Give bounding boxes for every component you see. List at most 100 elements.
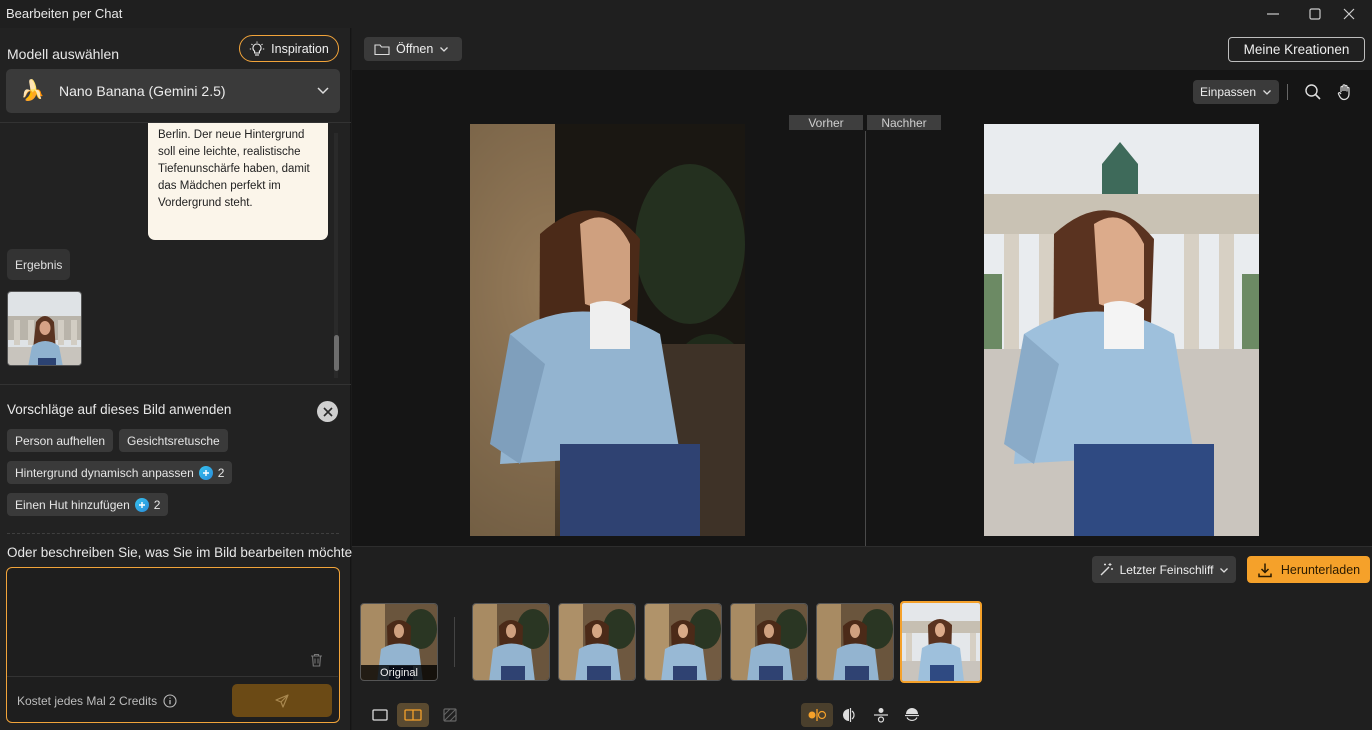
chevron-down-icon	[317, 87, 329, 95]
model-name: Nano Banana (Gemini 2.5)	[59, 83, 226, 99]
open-button[interactable]: Öffnen	[364, 37, 462, 61]
suggestion-label: Person aufhellen	[15, 433, 106, 448]
chat-scrollbar[interactable]	[334, 335, 339, 371]
thumbnail-image	[645, 604, 721, 680]
history-thumbnail[interactable]	[472, 603, 550, 681]
selected-history-thumbnail[interactable]	[900, 601, 982, 683]
original-thumbnail[interactable]: Original	[360, 603, 438, 681]
suggestions-title: Vorschläge auf dieses Bild anwenden	[7, 402, 232, 417]
history-thumbnail[interactable]	[558, 603, 636, 681]
zoom-button[interactable]	[1297, 79, 1329, 105]
prompt-box[interactable]: Kostet jedes Mal 2 Credits	[6, 567, 340, 723]
suggestion-label: Einen Hut hinzufügen	[15, 497, 130, 512]
close-icon	[1343, 8, 1355, 20]
chevron-down-icon	[1220, 567, 1229, 573]
compare-split-icon	[808, 709, 827, 721]
after-photo	[984, 124, 1259, 536]
thumbnail-image	[473, 604, 549, 680]
message-line: Berlin. Der neue Hintergrund	[158, 129, 305, 141]
message-line: das Mädchen perfekt im	[158, 180, 281, 192]
chevron-down-icon	[440, 47, 449, 52]
after-label: Nachher	[867, 115, 941, 130]
search-icon	[1305, 84, 1321, 100]
split-view-button[interactable]	[397, 703, 429, 727]
hand-icon	[1337, 84, 1350, 101]
result-thumbnail[interactable]	[7, 291, 82, 366]
chat-history[interactable]: Berlin. Der neue Hintergrund soll eine l…	[0, 123, 351, 383]
suggestion-chip[interactable]: Hintergrund dynamisch anpassen 2	[7, 461, 233, 484]
prompt-input[interactable]	[13, 574, 331, 644]
minimize-button[interactable]	[1250, 0, 1296, 28]
model-select[interactable]: 🍌 Nano Banana (Gemini 2.5)	[6, 69, 340, 113]
single-view-icon	[372, 709, 388, 721]
download-button[interactable]: Herunterladen	[1247, 556, 1370, 583]
compare-overlay-icon	[905, 708, 919, 721]
final-polish-button[interactable]: Letzter Feinschliff	[1092, 556, 1236, 583]
message-line: Vordergrund steht.	[158, 197, 253, 209]
suggestion-chip[interactable]: Einen Hut hinzufügen 2	[7, 493, 169, 516]
view-tools	[1297, 79, 1361, 105]
magic-wand-icon	[1100, 563, 1113, 576]
divider	[454, 617, 455, 667]
lightbulb-icon	[249, 41, 265, 56]
compare-horizontal-button[interactable]	[867, 703, 895, 727]
pan-button[interactable]	[1329, 79, 1361, 105]
history-filmstrip: Original	[352, 591, 1372, 730]
close-icon	[322, 406, 333, 417]
compare-vertical-icon	[843, 708, 855, 722]
top-toolbar: Öffnen Meine Kreationen	[352, 28, 1372, 70]
minimize-icon	[1267, 13, 1279, 15]
history-thumbnail[interactable]	[816, 603, 894, 681]
model-label: Modell auswählen	[7, 46, 120, 62]
banana-icon: 🍌	[20, 80, 45, 102]
left-panel: Modell auswählen Inspiration 🍌 Nano Bana…	[0, 28, 360, 730]
close-window-button[interactable]	[1326, 0, 1372, 28]
compare-vertical-button[interactable]	[836, 703, 864, 727]
final-polish-label: Letzter Feinschliff	[1119, 562, 1214, 577]
suggestion-chip[interactable]: Gesichtsretusche	[119, 429, 228, 452]
my-creations-button[interactable]: Meine Kreationen	[1228, 37, 1365, 62]
user-message: Berlin. Der neue Hintergrund soll eine l…	[148, 123, 328, 240]
thumbnail-caption: Original	[361, 665, 437, 680]
single-view-button[interactable]	[366, 703, 394, 727]
suggestion-chip[interactable]: Person aufhellen	[7, 429, 114, 452]
fit-dropdown[interactable]: Einpassen	[1193, 80, 1279, 104]
comparison-canvas[interactable]: Einpassen Vorher Nachher	[352, 70, 1372, 546]
open-label: Öffnen	[396, 42, 434, 56]
maximize-icon	[1309, 8, 1321, 20]
close-suggestions-button[interactable]	[317, 401, 338, 422]
title-bar: Bearbeiten per Chat	[0, 0, 1372, 28]
mask-icon	[443, 708, 457, 722]
compare-horizontal-icon	[874, 708, 888, 723]
suggestion-credits: 2	[153, 497, 161, 512]
send-icon	[275, 693, 289, 708]
cost-text: Kostet jedes Mal 2 Credits	[17, 694, 158, 708]
divider	[7, 533, 339, 534]
info-icon[interactable]	[163, 694, 177, 708]
trash-icon[interactable]	[310, 653, 323, 667]
fit-label: Einpassen	[1199, 85, 1257, 99]
suggestion-credits: 2	[217, 465, 225, 480]
before-image	[470, 124, 745, 536]
compare-split-button[interactable]	[801, 703, 833, 727]
compare-divider-handle[interactable]	[865, 131, 866, 546]
describe-label: Oder beschreiben Sie, was Sie im Bild be…	[7, 545, 360, 560]
history-thumbnail[interactable]	[730, 603, 808, 681]
suggestion-label: Gesichtsretusche	[127, 433, 220, 448]
chevron-down-icon	[1263, 90, 1271, 95]
message-line: soll eine leichte, realistische	[158, 146, 301, 158]
mask-view-button[interactable]	[438, 703, 462, 727]
thumbnail-image	[559, 604, 635, 680]
compare-overlay-button[interactable]	[898, 703, 926, 727]
inspiration-button[interactable]: Inspiration	[239, 35, 339, 62]
credit-icon	[198, 465, 213, 480]
divider	[7, 676, 338, 677]
result-label: Ergebnis	[7, 249, 71, 280]
history-thumbnail[interactable]	[644, 603, 722, 681]
send-button[interactable]	[232, 684, 332, 717]
inspiration-label: Inspiration	[271, 41, 329, 56]
suggestion-label: Hintergrund dynamisch anpassen	[15, 465, 194, 480]
thumbnail-image	[902, 603, 980, 681]
action-bar: Letzter Feinschliff Herunterladen	[352, 546, 1372, 591]
before-label: Vorher	[789, 115, 863, 130]
